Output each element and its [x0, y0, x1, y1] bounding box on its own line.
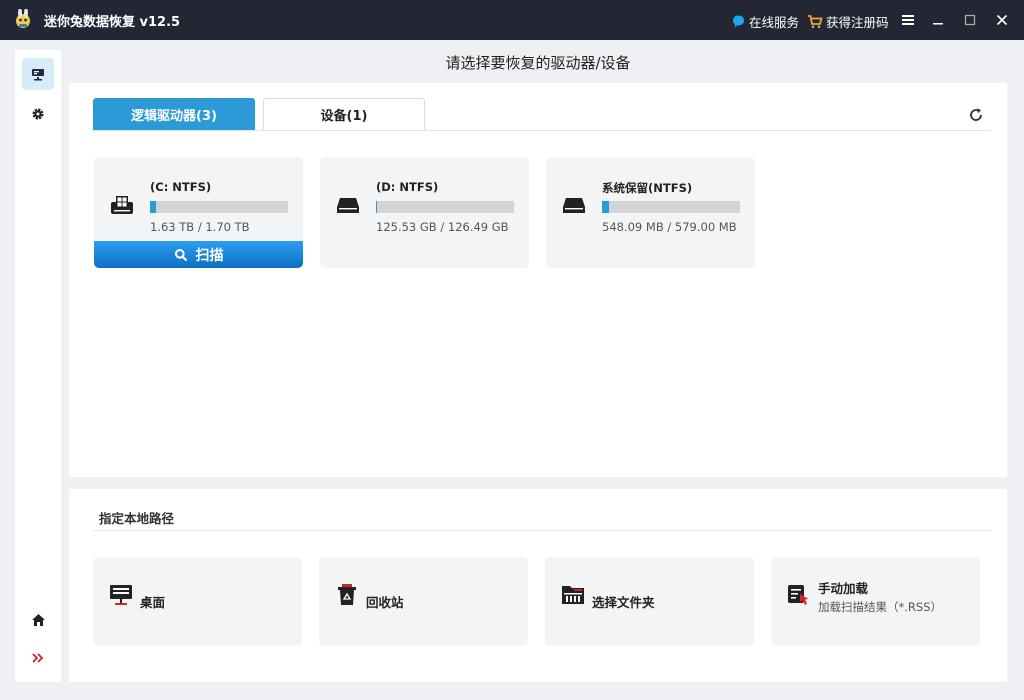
- location-recycle-bin[interactable]: 回收站: [319, 557, 528, 646]
- drive-usage-fill: [602, 201, 609, 213]
- manual-load-icon: [788, 585, 809, 605]
- page-title: 请选择要恢复的驱动器/设备: [445, 54, 631, 72]
- location-label: 选择文件夹: [592, 595, 655, 610]
- title-bar: 迷你兔数据恢复 v12.5 在线服务 获得注册码: [0, 0, 1024, 40]
- online-service-label: 在线服务: [749, 15, 800, 30]
- drive-name: (C: NTFS): [150, 180, 212, 194]
- drive-name: 系统保留(NTFS): [602, 181, 693, 195]
- gear-icon: [32, 108, 44, 120]
- location-sublabel: 加载扫描结果（*.RSS）: [818, 600, 942, 614]
- windows-drive-icon: [111, 196, 133, 214]
- sidebar-item-home[interactable]: [22, 604, 54, 636]
- get-code-label: 获得注册码: [826, 15, 889, 30]
- minimize-icon: [933, 23, 943, 25]
- tab-devices[interactable]: 设备(1): [263, 98, 425, 130]
- drive-usage-bar: [150, 201, 288, 213]
- drive-usage-fill: [376, 201, 378, 213]
- refresh-icon: [970, 108, 982, 121]
- desktop-icon: [110, 585, 132, 605]
- section-divider: [93, 530, 991, 531]
- maximize-button[interactable]: [960, 10, 980, 30]
- hard-drive-icon: [563, 198, 585, 213]
- drive-card-system-reserved[interactable]: 系统保留(NTFS) 548.09 MB / 579.00 MB: [546, 157, 755, 268]
- close-button[interactable]: [992, 10, 1012, 30]
- tab-logical-drives[interactable]: 逻辑驱动器(3): [93, 98, 255, 130]
- folder-icon: [562, 586, 584, 604]
- double-chevron-icon: [32, 653, 44, 663]
- hamburger-icon: [902, 15, 914, 25]
- get-code-button[interactable]: 获得注册码: [807, 12, 889, 31]
- local-path-heading: 指定本地路径: [99, 511, 175, 526]
- drive-usage-bar: [376, 201, 514, 213]
- cart-icon: [808, 15, 823, 29]
- drive-icon: [32, 69, 44, 81]
- recycle-bin-icon: [338, 584, 356, 605]
- app-title: 迷你兔数据恢复 v12.5: [44, 15, 181, 30]
- location-select-folder[interactable]: 选择文件夹: [545, 557, 754, 646]
- scan-label: 扫描: [195, 247, 224, 264]
- drive-usage-fill: [150, 201, 156, 213]
- close-icon: [996, 14, 1008, 26]
- drive-usage-bar: [602, 201, 740, 213]
- minimize-button[interactable]: [928, 10, 948, 30]
- online-service-button[interactable]: 在线服务: [731, 12, 799, 31]
- sidebar-item-expand[interactable]: [22, 642, 54, 674]
- local-path-panel: 指定本地路径 桌面 回收站 选择文件夹 手动加载 加载扫描结果（*.RSS）: [69, 489, 1007, 682]
- location-desktop[interactable]: 桌面: [93, 557, 302, 646]
- drive-card-c[interactable]: (C: NTFS) 1.63 TB / 1.70 TB 扫描: [94, 157, 303, 268]
- location-label: 桌面: [140, 595, 166, 610]
- drive-size: 1.63 TB / 1.70 TB: [150, 220, 250, 234]
- location-manual-load[interactable]: 手动加载 加载扫描结果（*.RSS）: [771, 557, 980, 646]
- sidebar: [15, 50, 61, 682]
- maximize-icon: [964, 14, 976, 26]
- location-label: 回收站: [366, 595, 404, 610]
- home-icon: [31, 614, 45, 626]
- drive-card-d[interactable]: (D: NTFS) 125.53 GB / 126.49 GB: [320, 157, 529, 268]
- tab-divider: [93, 130, 991, 131]
- refresh-button[interactable]: [966, 105, 986, 125]
- menu-button[interactable]: [898, 10, 918, 30]
- hard-drive-icon: [337, 198, 359, 213]
- drive-name: (D: NTFS): [376, 180, 439, 194]
- chat-bubble-icon: [733, 15, 744, 28]
- drives-panel: 逻辑驱动器(3) 设备(1) (C: NTFS) 1.63 TB / 1.70 …: [69, 83, 1007, 477]
- drive-size: 548.09 MB / 579.00 MB: [602, 220, 737, 234]
- scan-button[interactable]: 扫描: [94, 241, 303, 268]
- location-label: 手动加载: [818, 581, 869, 596]
- drive-size: 125.53 GB / 126.49 GB: [376, 220, 509, 234]
- sidebar-item-settings[interactable]: [22, 98, 54, 130]
- app-logo-icon: [16, 9, 30, 28]
- sidebar-item-drives[interactable]: [22, 58, 54, 90]
- search-icon: [174, 248, 187, 261]
